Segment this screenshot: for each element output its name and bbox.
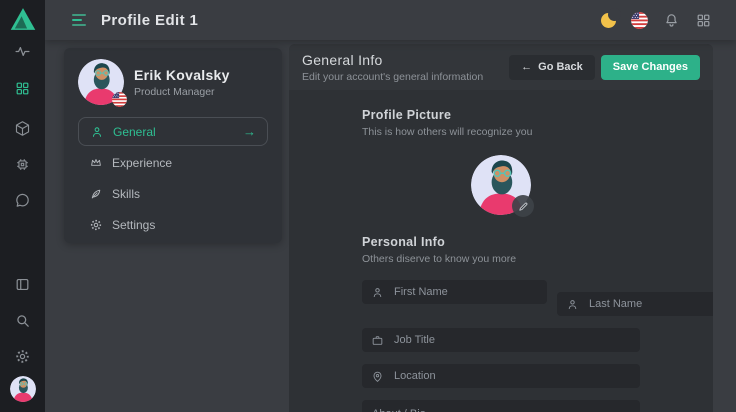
panel-subtitle: Edit your account's general information bbox=[302, 71, 483, 83]
chip-icon[interactable] bbox=[14, 155, 32, 173]
job-title-input[interactable] bbox=[392, 333, 631, 347]
user-icon bbox=[371, 286, 384, 299]
user-icon bbox=[566, 298, 579, 311]
nav-label: Skills bbox=[112, 187, 140, 201]
briefcase-icon bbox=[371, 334, 384, 347]
panel-body: Profile Picture This is how others will … bbox=[289, 90, 713, 412]
last-name-input[interactable] bbox=[587, 297, 713, 311]
profile-picture-subtitle: This is how others will recognize you bbox=[362, 126, 640, 138]
rail-user-avatar[interactable] bbox=[10, 376, 36, 402]
user-icon bbox=[90, 125, 104, 139]
edit-avatar-button[interactable] bbox=[512, 195, 534, 217]
personal-info-title: Personal Info bbox=[362, 235, 640, 249]
user-avatar bbox=[78, 59, 124, 105]
user-role: Product Manager bbox=[134, 86, 230, 98]
panel-title: General Info bbox=[302, 52, 483, 68]
nav-item-experience[interactable]: Experience bbox=[78, 149, 268, 177]
page-title: Profile Edit 1 bbox=[101, 12, 198, 29]
map-pin-icon bbox=[371, 370, 384, 383]
location-field[interactable] bbox=[362, 364, 640, 388]
nav-label: General bbox=[113, 125, 156, 139]
search-icon[interactable] bbox=[14, 311, 32, 329]
user-name: Erik Kovalsky bbox=[134, 67, 230, 83]
first-name-field[interactable] bbox=[362, 280, 547, 304]
location-input[interactable] bbox=[392, 369, 631, 383]
last-name-field[interactable] bbox=[557, 292, 713, 316]
dashboard-grid-icon[interactable] bbox=[14, 79, 32, 97]
profile-nav: General → Experience Skills Settings bbox=[78, 117, 268, 239]
first-name-input[interactable] bbox=[392, 285, 538, 299]
layout-panel-icon[interactable] bbox=[14, 275, 32, 293]
crown-icon bbox=[89, 156, 103, 170]
dark-mode-moon-icon[interactable] bbox=[601, 13, 616, 28]
gear-icon bbox=[89, 218, 103, 232]
back-arrow-icon: ← bbox=[521, 61, 532, 73]
nav-item-settings[interactable]: Settings bbox=[78, 211, 268, 239]
top-bar: Profile Edit 1 bbox=[45, 0, 736, 40]
arrow-right-icon: → bbox=[243, 124, 256, 139]
personal-info-subtitle: Others diserve to know you more bbox=[362, 253, 640, 265]
profile-picture-avatar bbox=[471, 155, 531, 215]
personal-info-form bbox=[362, 280, 640, 412]
bell-icon[interactable] bbox=[662, 11, 680, 29]
save-changes-button[interactable]: Save Changes bbox=[601, 55, 700, 80]
profile-picture-title: Profile Picture bbox=[362, 108, 640, 122]
app-logo-icon[interactable] bbox=[8, 5, 38, 33]
user-summary: Erik Kovalsky Product Manager bbox=[78, 59, 268, 105]
chat-icon[interactable] bbox=[14, 191, 32, 209]
general-info-panel: General Info Edit your account's general… bbox=[289, 44, 713, 412]
nav-item-general[interactable]: General → bbox=[78, 117, 268, 146]
activity-icon[interactable] bbox=[14, 42, 32, 60]
feather-icon bbox=[89, 187, 103, 201]
user-flag-badge-icon bbox=[112, 92, 127, 107]
nav-label: Settings bbox=[112, 218, 155, 232]
apps-grid-icon[interactable] bbox=[694, 11, 712, 29]
about-bio-textarea[interactable] bbox=[362, 400, 640, 412]
icon-rail bbox=[0, 0, 45, 412]
job-title-field[interactable] bbox=[362, 328, 640, 352]
nav-item-skills[interactable]: Skills bbox=[78, 180, 268, 208]
menu-icon[interactable] bbox=[72, 14, 86, 26]
panel-header: General Info Edit your account's general… bbox=[289, 44, 713, 90]
language-flag-icon[interactable] bbox=[630, 11, 648, 29]
go-back-button[interactable]: ← Go Back bbox=[509, 55, 595, 80]
nav-label: Experience bbox=[112, 156, 172, 170]
profile-sidebar: Erik Kovalsky Product Manager General → … bbox=[64, 48, 282, 243]
app-window: Profile Edit 1 Erik Kovalsky Product Man… bbox=[0, 0, 736, 412]
pencil-icon bbox=[518, 201, 529, 212]
gear-icon[interactable] bbox=[14, 347, 32, 365]
box-icon[interactable] bbox=[14, 119, 32, 137]
